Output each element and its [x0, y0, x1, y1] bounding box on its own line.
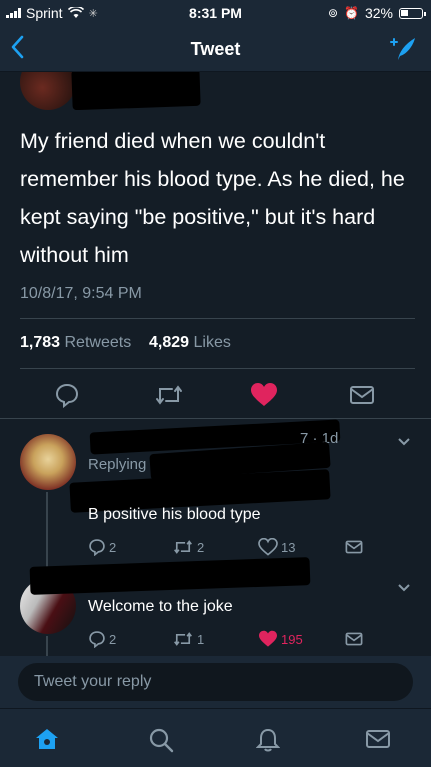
retweet-button[interactable]: 2: [172, 538, 204, 556]
battery-percent: 32%: [364, 5, 393, 21]
thread-line: [46, 492, 48, 568]
retweet-count: 1: [197, 631, 205, 647]
like-button[interactable]: 195: [258, 630, 303, 648]
message-button[interactable]: [344, 630, 364, 648]
message-icon[interactable]: [364, 727, 392, 756]
tab-bar: [0, 708, 431, 767]
tweet-stats: 1,783 Retweets 4,829 Likes: [20, 334, 231, 352]
retweet-button[interactable]: 1: [172, 630, 204, 648]
retweets-count[interactable]: 1,783: [20, 334, 60, 351]
list-item[interactable]: Welcome to the joke 2 1 195: [0, 557, 431, 656]
reply-button[interactable]: 2: [88, 630, 116, 648]
tweet-timestamp: 10/8/17, 9:54 PM: [20, 285, 142, 302]
tweet-author[interactable]: [0, 72, 431, 110]
heart-icon[interactable]: [250, 382, 278, 413]
retweets-label[interactable]: Retweets: [65, 334, 132, 351]
tweet-text: My friend died when we couldn't remember…: [20, 129, 405, 267]
reply-icon: [89, 539, 105, 556]
list-item[interactable]: 7 · 1d Replying t B positive his blood t…: [0, 419, 431, 565]
reply-bar: [0, 656, 431, 708]
replying-to: Replying t: [88, 456, 155, 473]
reply-icon[interactable]: [54, 382, 80, 413]
page-title: Tweet: [190, 39, 241, 59]
retweet-icon: [174, 540, 192, 554]
divider: [20, 318, 415, 319]
avatar[interactable]: [20, 72, 76, 110]
status-right: ⊚ ⏰ 32%: [327, 5, 426, 21]
retweet-count: 2: [197, 539, 205, 555]
message-button[interactable]: [344, 538, 364, 556]
search-icon[interactable]: [148, 727, 174, 758]
like-count: 195: [281, 631, 303, 647]
message-icon[interactable]: [348, 382, 376, 413]
reply-count: 2: [109, 539, 117, 555]
heart-icon: [258, 538, 278, 556]
heart-icon: [259, 630, 277, 647]
redacted-username: [29, 557, 311, 595]
like-count: 13: [281, 539, 296, 555]
notifications-icon[interactable]: [255, 727, 281, 758]
likes-label[interactable]: Likes: [193, 334, 230, 351]
retweet-icon: [174, 632, 192, 646]
status-bar: Sprint ✳ 8:31 PM ⊚ ⏰ 32%: [0, 0, 431, 26]
message-icon: [345, 632, 363, 646]
reply-text: B positive his blood type: [88, 506, 261, 523]
reply-text: Welcome to the joke: [88, 598, 233, 615]
tweet-actions: [0, 378, 431, 414]
chevron-down-icon[interactable]: [397, 434, 411, 452]
message-icon: [345, 540, 363, 554]
divider: [0, 418, 431, 419]
nav-bar: Tweet: [0, 26, 431, 72]
battery-icon: [399, 7, 426, 19]
reply-button[interactable]: 2: [88, 538, 116, 556]
lock-rotation-icon: ⊚: [327, 6, 339, 20]
redacted-author-name: [71, 72, 201, 110]
chevron-down-icon[interactable]: [397, 580, 411, 598]
alarm-icon: ⏰: [344, 6, 359, 20]
thread-line: [46, 636, 48, 656]
likes-count[interactable]: 4,829: [149, 334, 189, 351]
reply-actions: 2 1 195: [88, 630, 388, 652]
reply-actions: 2 2 13: [88, 538, 388, 560]
reply-icon: [89, 631, 105, 648]
reply-count: 2: [109, 631, 117, 647]
divider: [20, 368, 415, 369]
compose-icon[interactable]: [389, 36, 417, 67]
home-icon[interactable]: [34, 727, 60, 756]
retweet-icon[interactable]: [154, 382, 184, 413]
reply-input[interactable]: [18, 663, 413, 701]
like-button[interactable]: 13: [258, 538, 295, 556]
avatar[interactable]: [20, 434, 76, 490]
